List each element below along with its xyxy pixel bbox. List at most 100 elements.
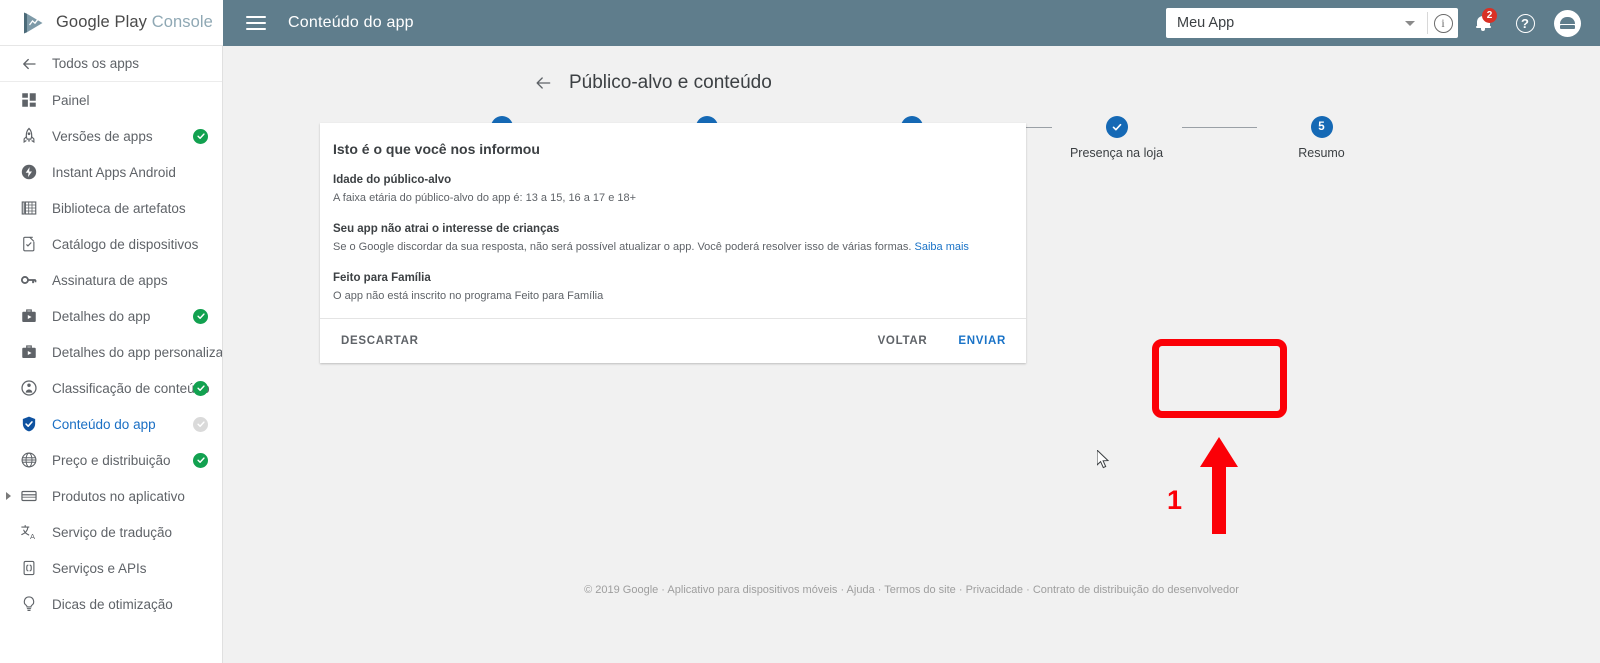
page-back-arrow-icon[interactable] <box>533 73 553 93</box>
section-body: A faixa etária do público-alvo do app é:… <box>333 192 637 204</box>
sidebar-item-11[interactable]: Produtos no aplicativo <box>0 478 222 514</box>
globe-icon <box>20 451 38 469</box>
sidebar-item-4[interactable]: Catálogo de dispositivos <box>0 226 222 262</box>
sidebar-item-3[interactable]: Biblioteca de artefatos <box>0 190 222 226</box>
rocket-icon <box>20 127 38 145</box>
section-heading: Seu app não atrai o interesse de criança… <box>333 222 560 235</box>
step-number: 5 <box>1318 121 1325 133</box>
card-actions: DESCARTAR VOLTAR ENVIAR <box>320 319 1026 363</box>
sidebar-back-all-apps[interactable]: Todos os apps <box>0 46 222 82</box>
step-label: Presença na loja <box>1069 146 1164 160</box>
info-circle-icon[interactable]: i <box>1428 13 1458 33</box>
expand-caret-icon[interactable] <box>6 492 11 500</box>
sidebar-item-label: Versões de apps <box>52 128 153 144</box>
summary-section-2: Feito para Família O app não está inscrit… <box>333 272 1011 304</box>
sidebar-item-label: Produtos no aplicativo <box>52 488 185 504</box>
back-button[interactable]: VOLTAR <box>878 335 928 347</box>
summary-card-title: Isto é o que você nos informou <box>333 141 540 157</box>
summary-card-body: Isto é o que você nos informou Idade do … <box>320 123 1026 318</box>
sidebar-item-7[interactable]: Detalhes do app personalizados <box>0 334 222 370</box>
shield-check-icon <box>20 415 38 433</box>
section-heading: Feito para Família <box>333 271 431 284</box>
section-body: Se o Google discordar da sua resposta, n… <box>333 240 915 253</box>
step-connector <box>1181 127 1257 128</box>
notification-badge: 2 <box>1482 8 1497 23</box>
sidebar-item-label: Classificação de conteúdo <box>52 380 210 396</box>
sidebar-item-0[interactable]: Painel <box>0 82 222 118</box>
sidebar-item-6[interactable]: Detalhes do app <box>0 298 222 334</box>
summary-section-0: Idade do público-alvo A faixa etária do p… <box>333 174 1011 206</box>
section-heading: Idade do público-alvo <box>333 174 452 186</box>
status-check-grey <box>193 416 208 432</box>
step-circle-4 <box>1105 116 1128 138</box>
chevron-down-icon[interactable] <box>1405 20 1415 26</box>
store-listing-icon <box>20 343 38 361</box>
section-text: O app não está inscrito no programa Feit… <box>333 289 1011 304</box>
sidebar-item-14[interactable]: Dicas de otimização <box>0 586 222 622</box>
stepper-step-4[interactable]: Presença na loja <box>1052 116 1182 160</box>
svg-text:A: A <box>30 532 35 541</box>
dashboard-icon <box>20 91 38 109</box>
sidebar-nav: Todos os apps Painel Versões de apps Insta… <box>0 46 223 663</box>
translate-icon: A <box>20 523 38 541</box>
lightbulb-icon <box>20 595 38 613</box>
section-body: O app não está inscrito no programa Feit… <box>333 289 604 302</box>
sidebar-item-9[interactable]: Conteúdo do app <box>0 406 222 442</box>
sidebar-item-label: Serviço de tradução <box>52 524 173 540</box>
store-listing-icon <box>20 307 38 325</box>
arrow-left-icon <box>23 58 36 69</box>
step-label: Resumo <box>1298 146 1345 160</box>
brand-word-2: Console <box>151 13 213 31</box>
status-check-green <box>193 128 208 144</box>
content-rating-icon <box>20 379 38 397</box>
brand-title: Google Play Console <box>56 13 213 32</box>
sidebar-item-5[interactable]: Assinatura de apps <box>0 262 222 298</box>
page-heading-row: Público-alvo e conteúdo <box>223 46 1600 94</box>
summary-section-1: Seu app não atrai o interesse de criança… <box>333 223 1011 255</box>
stepper-step-5[interactable]: 5 Resumo <box>1257 116 1387 160</box>
annotation-step-number: 1 <box>1167 485 1183 515</box>
google-play-logo-icon <box>24 12 43 33</box>
sidebar-item-12[interactable]: A Serviço de tradução <box>0 514 222 550</box>
topbar-actions: Meu App i 2 ? <box>1166 6 1600 40</box>
discard-button[interactable]: DESCARTAR <box>341 335 419 347</box>
app-selector-value: Meu App <box>1177 15 1235 31</box>
learn-more-link[interactable]: Saiba mais <box>915 241 969 253</box>
key-icon <box>20 271 38 289</box>
hamburger-menu-icon[interactable] <box>246 16 266 30</box>
sidebar-item-2[interactable]: Instant Apps Android <box>0 154 222 190</box>
sidebar-item-label: Detalhes do app personalizados <box>52 344 223 360</box>
sidebar-back-label: Todos os apps <box>52 56 140 71</box>
notifications-button[interactable]: 2 <box>1466 6 1500 40</box>
step-circle-5: 5 <box>1310 116 1333 138</box>
info-glyph: i <box>1433 13 1453 33</box>
account-button[interactable] <box>1550 6 1584 40</box>
app-selector[interactable]: Meu App i <box>1166 8 1458 38</box>
brand-logo-area[interactable]: Google Play Console <box>0 0 223 46</box>
avatar <box>1553 9 1581 37</box>
page-header-title: Conteúdo do app <box>288 14 414 31</box>
section-text: A faixa etária do público-alvo do app é:… <box>333 191 1011 206</box>
card-actions-right: VOLTAR ENVIAR <box>878 335 1006 347</box>
submit-button[interactable]: ENVIAR <box>958 335 1006 347</box>
api-icon <box>20 559 38 577</box>
sidebar-item-list: Painel Versões de apps Instant Apps Androi… <box>0 82 222 622</box>
summary-sections: Idade do público-alvo A faixa etária do p… <box>333 174 1011 304</box>
sidebar-item-label: Instant Apps Android <box>52 164 176 180</box>
library-icon <box>20 199 38 217</box>
brand-word-1: Google Play <box>56 13 147 31</box>
sidebar-item-8[interactable]: Classificação de conteúdo <box>0 370 222 406</box>
page-title: Público-alvo e conteúdo <box>569 72 772 93</box>
sidebar-item-13[interactable]: Serviços e APIs <box>0 550 222 586</box>
sidebar-item-label: Detalhes do app <box>52 308 151 324</box>
status-check-green <box>193 308 208 324</box>
sidebar-item-label: Conteúdo do app <box>52 416 156 432</box>
sidebar-item-label: Catálogo de dispositivos <box>52 236 199 252</box>
help-button[interactable]: ? <box>1508 6 1542 40</box>
section-text: Se o Google discordar da sua resposta, n… <box>333 240 1011 255</box>
page-footer-links: © 2019 Google · Aplicativo para disposit… <box>584 584 1239 596</box>
sidebar-item-1[interactable]: Versões de apps <box>0 118 222 154</box>
sidebar-item-10[interactable]: Preço e distribuição <box>0 442 222 478</box>
summary-card: Isto é o que você nos informou Idade do … <box>320 123 1026 363</box>
help-question-icon: ? <box>1515 13 1535 33</box>
